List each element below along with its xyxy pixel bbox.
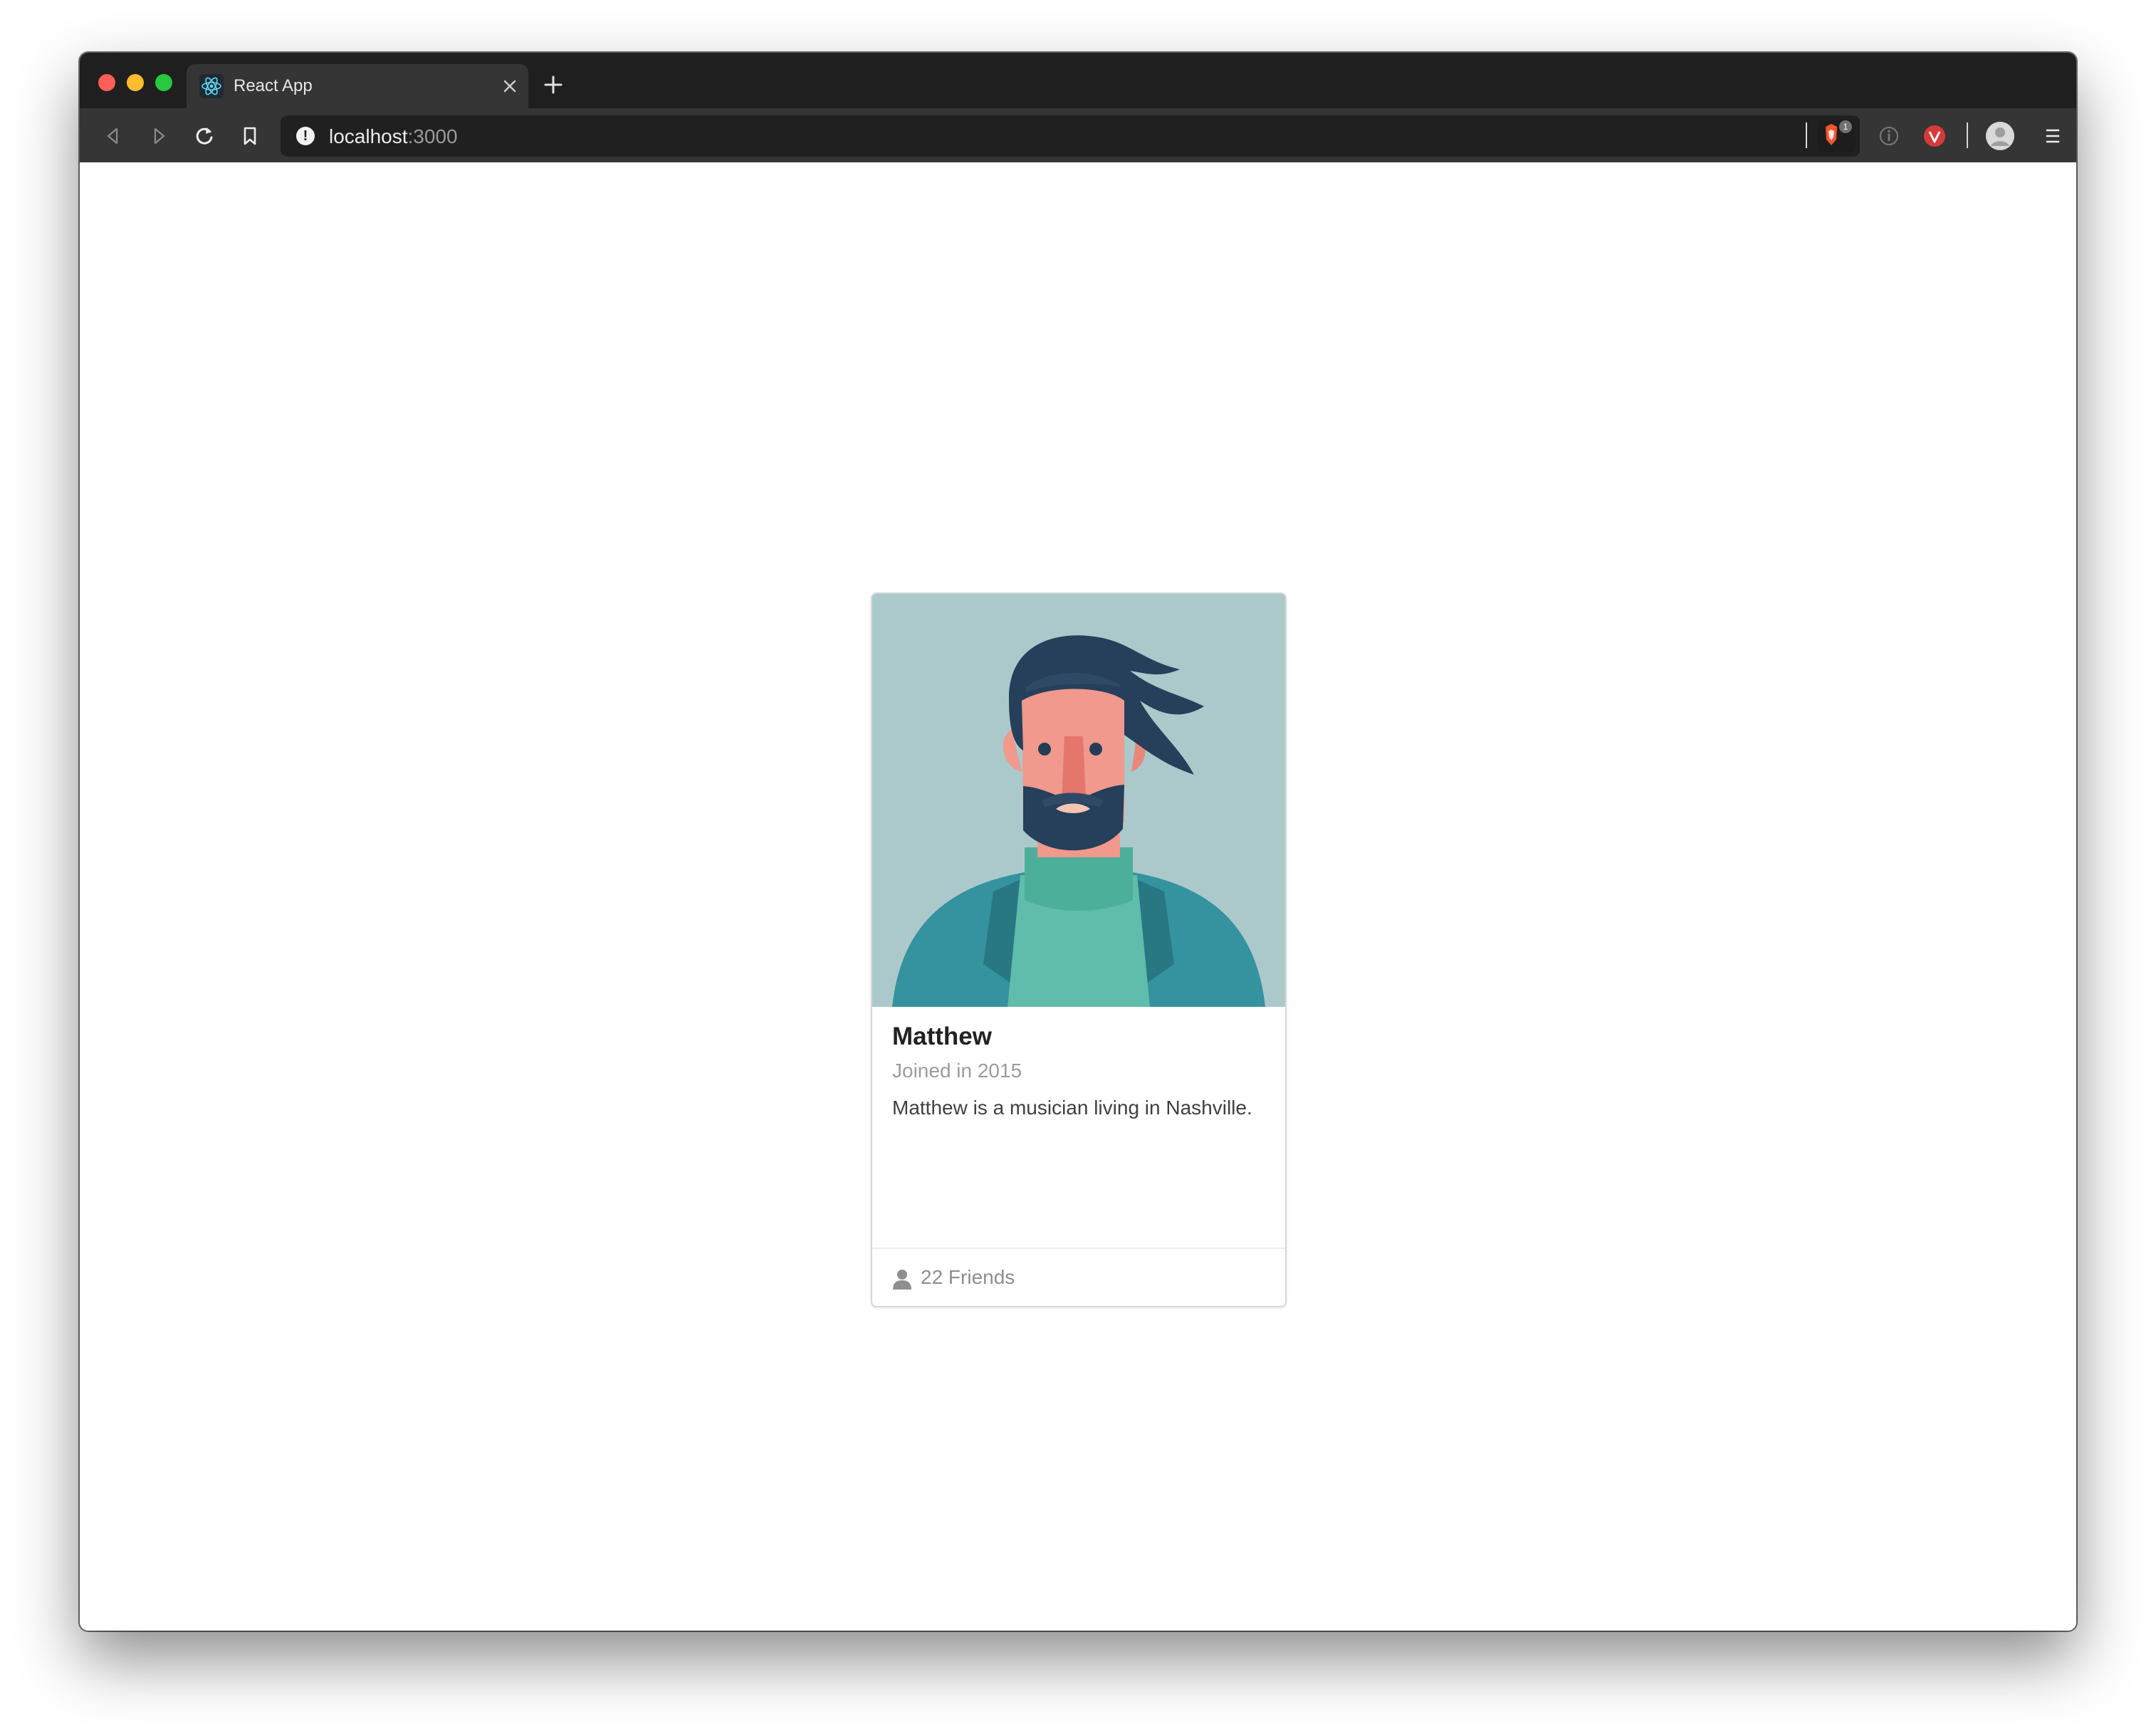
browser-toolbar: ! localhost:3000 1: [80, 108, 2076, 162]
card-header-name: Matthew: [892, 1023, 992, 1050]
card-description: Matthew is a musician living in Nashvill…: [892, 1097, 1252, 1119]
minimize-window-button[interactable]: [127, 74, 144, 91]
friends-count[interactable]: 22 Friends: [921, 1266, 1015, 1289]
card-meta-joined: Joined in 2015: [892, 1060, 1022, 1082]
menu-icon[interactable]: [2041, 124, 2065, 148]
brave-shields-icon[interactable]: 1: [1817, 118, 1857, 154]
tab-title: React App: [234, 76, 313, 95]
site-info-icon[interactable]: !: [296, 127, 315, 145]
back-icon[interactable]: [101, 124, 125, 148]
user-icon: [893, 1270, 911, 1290]
url-text[interactable]: localhost:3000: [329, 125, 458, 148]
omnibox-divider: [1806, 122, 1807, 148]
card-extra-content[interactable]: 22 Friends: [872, 1248, 1285, 1306]
extension-info-icon[interactable]: [1877, 124, 1901, 148]
address-bar[interactable]: ! localhost:3000: [281, 115, 1860, 157]
page-content: Matthew Joined in 2015 Matthew is a musi…: [80, 162, 2076, 1631]
title-bar: React App: [80, 53, 2076, 108]
avatar-illustration: [872, 594, 1285, 1007]
card-body: Matthew Joined in 2015 Matthew is a musi…: [872, 1007, 1285, 1248]
tab-react-app[interactable]: React App: [187, 64, 528, 108]
react-atom-icon: [199, 74, 224, 98]
browser-window: React App ! localhost:3000 1 Matthew Joi…: [80, 53, 2076, 1631]
shields-count: 1: [1843, 122, 1848, 132]
forward-icon[interactable]: [147, 124, 171, 148]
profile-card: Matthew Joined in 2015 Matthew is a musi…: [871, 592, 1287, 1307]
vpn-extension-icon[interactable]: [1922, 124, 1947, 148]
maximize-window-button[interactable]: [155, 74, 172, 91]
url-host: localhost: [329, 125, 408, 147]
new-tab-icon[interactable]: [543, 74, 564, 95]
url-port: :3000: [407, 125, 458, 147]
close-tab-icon[interactable]: [501, 78, 518, 95]
reload-icon[interactable]: [192, 124, 216, 148]
close-window-button[interactable]: [98, 74, 115, 91]
extensions-divider: [1967, 122, 1968, 148]
bookmark-icon[interactable]: [238, 124, 262, 148]
profile-avatar-icon[interactable]: [1985, 121, 2015, 151]
